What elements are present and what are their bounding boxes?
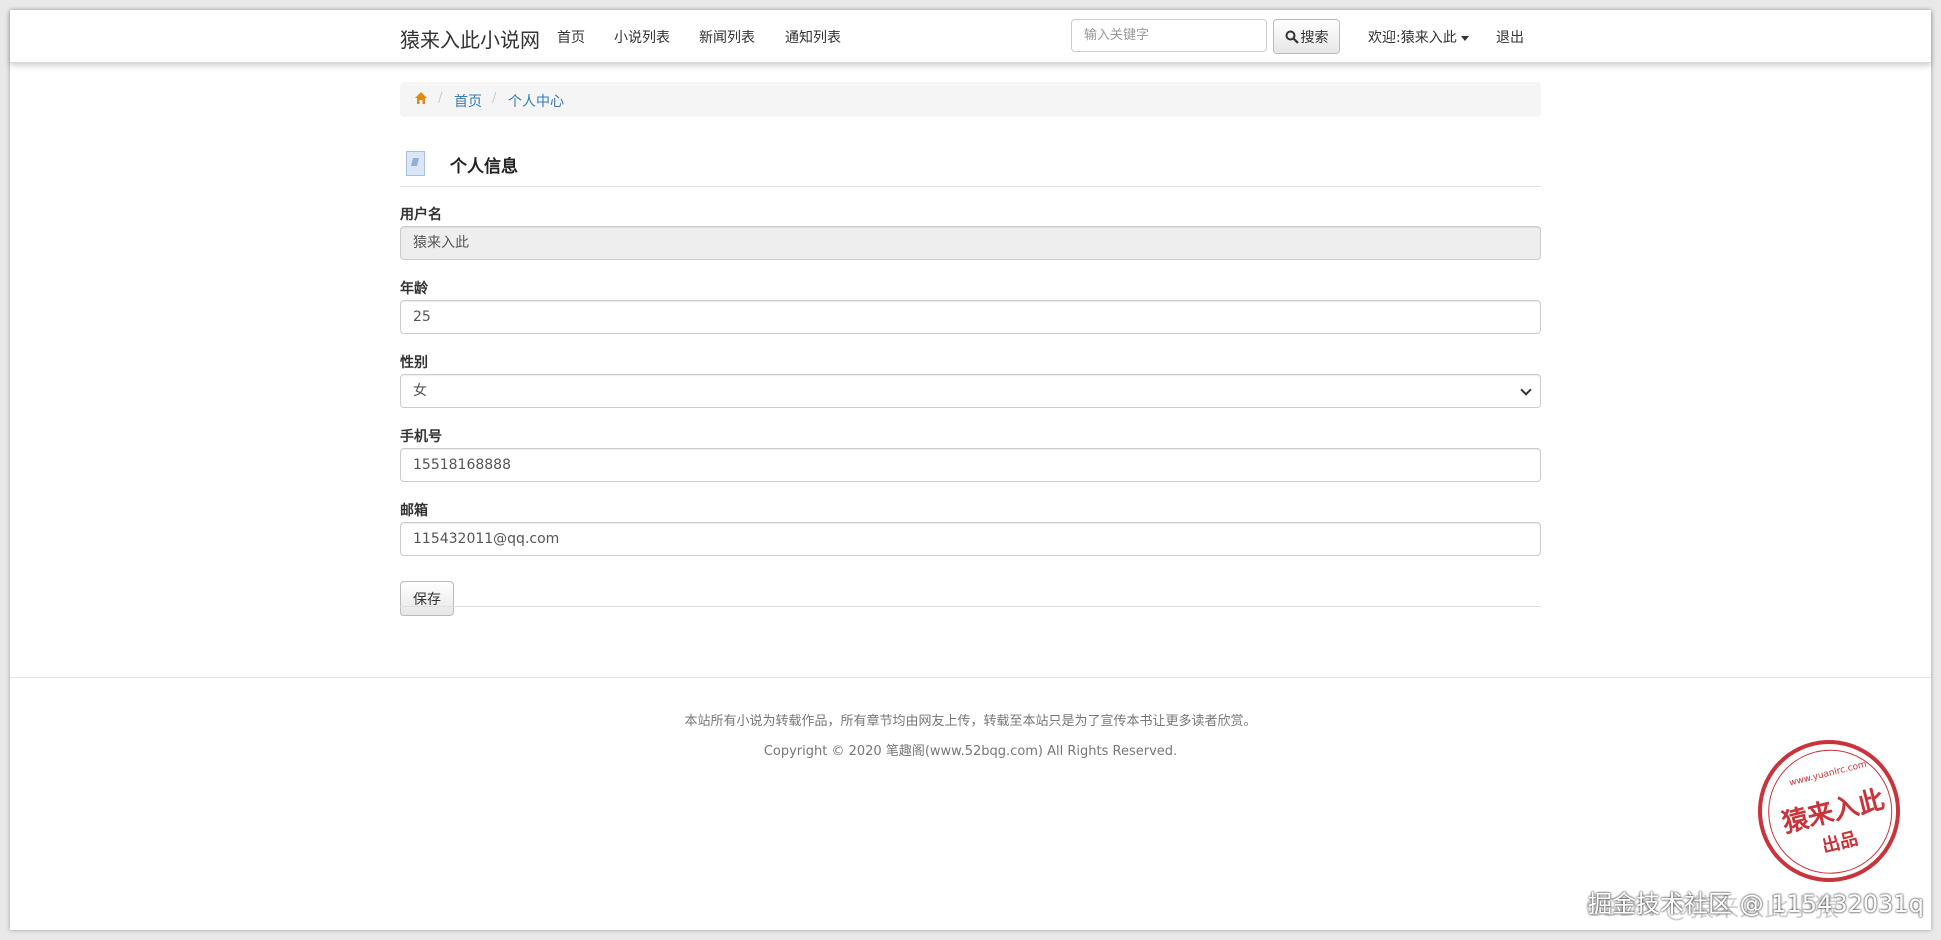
- nav-link-home[interactable]: 首页: [557, 27, 585, 47]
- age-field[interactable]: 25: [400, 300, 1541, 334]
- home-icon[interactable]: [414, 91, 428, 109]
- username-field[interactable]: 猿来入此: [400, 226, 1541, 260]
- phone-value: 15518168888: [413, 457, 511, 473]
- gender-select[interactable]: 女: [400, 374, 1541, 408]
- nav-link-news-list[interactable]: 新闻列表: [699, 27, 755, 47]
- search-icon: [1285, 30, 1299, 44]
- email-value: 115432011@qq.com: [413, 531, 560, 547]
- breadcrumb: / 首页 / 个人中心: [400, 82, 1541, 117]
- logout-link[interactable]: 退出: [1496, 27, 1524, 47]
- email-field[interactable]: 115432011@qq.com: [400, 522, 1541, 556]
- search-input[interactable]: 输入关键字: [1071, 19, 1267, 52]
- username-label: 用户名: [400, 207, 442, 223]
- breadcrumb-home[interactable]: 首页: [454, 91, 482, 111]
- footer-divider: [10, 677, 1931, 678]
- footer-notice: 本站所有小说为转载作品，所有章节均由网友上传，转载至本站只是为了宣传本书让更多读…: [684, 714, 1257, 729]
- document-icon: [406, 151, 425, 176]
- welcome-text: 欢迎:猿来入此: [1368, 30, 1457, 46]
- username-value: 猿来入此: [413, 235, 469, 251]
- nav-link-notice-list[interactable]: 通知列表: [785, 27, 841, 47]
- form-divider: [400, 606, 1541, 607]
- search-button-label: 搜索: [1300, 29, 1329, 46]
- juejin-watermark: 掘金技术社区 @ 115432031q: [1588, 890, 1924, 918]
- footer-copyright: Copyright © 2020 笔趣阁(www.52bqg.com) All …: [763, 744, 1178, 759]
- breadcrumb-separator: /: [492, 91, 497, 106]
- phone-label: 手机号: [400, 429, 442, 445]
- breadcrumb-personal-center[interactable]: 个人中心: [508, 91, 564, 111]
- search-placeholder: 输入关键字: [1084, 28, 1150, 43]
- site-brand[interactable]: 猿来入此小说网: [400, 24, 540, 53]
- nav-link-novel-list[interactable]: 小说列表: [614, 27, 670, 47]
- section-divider: [400, 186, 1541, 187]
- top-navbar: 猿来入此小说网 首页 小说列表 新闻列表 通知列表 输入关键字 搜索 欢迎:猿来…: [10, 10, 1931, 63]
- age-value: 25: [413, 309, 431, 325]
- chevron-down-icon: [1520, 384, 1532, 396]
- save-button[interactable]: 保存: [400, 581, 454, 616]
- section-title: 个人信息: [450, 157, 518, 177]
- gender-label: 性别: [400, 355, 428, 371]
- breadcrumb-separator: /: [438, 91, 443, 106]
- caret-down-icon: [1460, 35, 1469, 41]
- phone-field[interactable]: 15518168888: [400, 448, 1541, 482]
- age-label: 年龄: [400, 281, 428, 297]
- email-label: 邮箱: [400, 503, 428, 519]
- browser-page: 猿来入此小说网 首页 小说列表 新闻列表 通知列表 输入关键字 搜索 欢迎:猿来…: [10, 10, 1931, 930]
- search-button[interactable]: 搜索: [1273, 19, 1340, 54]
- gender-value: 女: [413, 383, 427, 399]
- user-menu[interactable]: 欢迎:猿来入此: [1368, 27, 1469, 47]
